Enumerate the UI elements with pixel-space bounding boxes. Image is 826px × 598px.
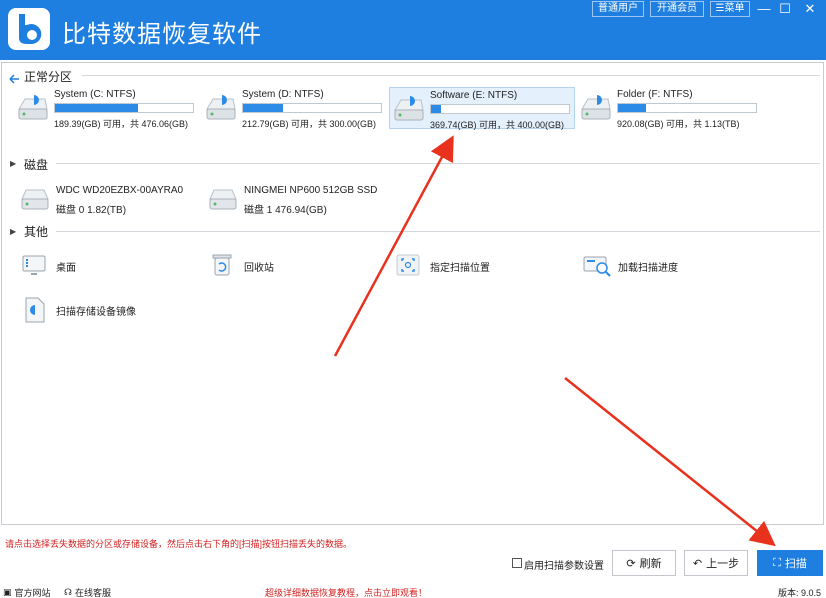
usage-bar bbox=[54, 103, 194, 113]
support-label: 在线客服 bbox=[75, 588, 112, 598]
section-divider bbox=[56, 231, 820, 232]
vip-button[interactable]: 开通会员 bbox=[650, 1, 704, 17]
title-bar: 比特数据恢复软件 普通用户 开通会员 ☰菜单 — ☐ ✕ bbox=[0, 0, 826, 60]
minimize-button[interactable]: — bbox=[753, 0, 775, 18]
partition-info: 369.74(GB) 可用，共 400.00(GB) bbox=[430, 120, 565, 130]
scan-button[interactable]: ⛶ 扫描 bbox=[757, 550, 823, 576]
section-partitions-title: 正常分区 bbox=[24, 70, 73, 84]
section-divider bbox=[82, 75, 820, 76]
menu-button[interactable]: ☰菜单 bbox=[710, 1, 750, 17]
footer: ▣ 官方网站 ☊ 在线客服 超级详细数据恢复教程，点击立即观看！ 版本: 9.0.5 bbox=[0, 584, 826, 598]
menu-label: 菜单 bbox=[724, 3, 745, 14]
drive-icon bbox=[206, 95, 236, 120]
scan-icon: ⛶ bbox=[773, 556, 781, 569]
partition-name: Folder (F: NTFS) bbox=[617, 89, 693, 100]
scan-label: 扫描 bbox=[784, 558, 807, 570]
section-others-title: 其他 bbox=[24, 225, 49, 239]
other-label: 回收站 bbox=[244, 263, 274, 274]
disk-name: NINGMEI NP600 512GB SSD bbox=[244, 185, 378, 196]
partition-card-d[interactable]: System (D: NTFS) 212.79(GB) 可用，共 300.00(… bbox=[202, 87, 388, 129]
website-icon: ▣ bbox=[3, 587, 12, 597]
usage-bar-fill bbox=[55, 104, 138, 112]
app-title: 比特数据恢复软件 bbox=[62, 20, 262, 48]
usage-bar bbox=[242, 103, 382, 113]
normal-user-button[interactable]: 普通用户 bbox=[592, 1, 644, 17]
usage-bar bbox=[617, 103, 757, 113]
refresh-button[interactable]: ⟳ 刷新 bbox=[612, 550, 676, 576]
partition-info: 189.39(GB) 可用，共 476.06(GB) bbox=[54, 119, 189, 129]
scan-params-checkbox[interactable] bbox=[512, 558, 522, 568]
other-item-load-progress[interactable]: 加载扫描进度 bbox=[582, 251, 752, 281]
partition-name: System (D: NTFS) bbox=[242, 89, 324, 100]
website-link[interactable]: ▣ 官方网站 bbox=[3, 586, 51, 598]
partition-info: 212.79(GB) 可用，共 300.00(GB) bbox=[242, 119, 377, 129]
collapse-caret-icon[interactable]: ▶ bbox=[10, 227, 16, 236]
section-disks-title: 磁盘 bbox=[24, 158, 49, 172]
website-label: 官方网站 bbox=[14, 588, 51, 598]
usage-bar-fill bbox=[431, 105, 441, 113]
other-label: 扫描存储设备镜像 bbox=[56, 307, 136, 318]
hard-disk-icon bbox=[21, 189, 49, 210]
desktop-icon bbox=[22, 255, 46, 275]
disk-item-0[interactable]: WDC WD20EZBX-00AYRA0 磁盘 0 1.82(TB) bbox=[20, 183, 200, 219]
other-label: 加载扫描进度 bbox=[618, 263, 678, 274]
refresh-icon: ⟳ bbox=[626, 557, 636, 570]
back-icon: ↶ bbox=[692, 557, 703, 570]
partition-name: Software (E: NTFS) bbox=[430, 90, 518, 101]
recycle-bin-icon bbox=[212, 254, 232, 276]
other-label: 桌面 bbox=[56, 263, 76, 274]
main-panel: 正常分区 System (C: NTFS) 189.39(GB) 可用，共 47… bbox=[1, 62, 824, 525]
scan-location-icon bbox=[396, 254, 420, 276]
back-arrow-icon[interactable] bbox=[8, 74, 20, 84]
partition-card-c[interactable]: System (C: NTFS) 189.39(GB) 可用，共 476.06(… bbox=[14, 87, 200, 129]
scan-params-label: 启用扫描参数设置 bbox=[524, 561, 604, 572]
drive-icon bbox=[18, 95, 48, 120]
disk-info: 磁盘 1 476.94(GB) bbox=[244, 205, 327, 216]
close-button[interactable]: ✕ bbox=[799, 0, 821, 18]
maximize-button[interactable]: ☐ bbox=[774, 0, 796, 18]
support-link[interactable]: ☊ 在线客服 bbox=[64, 586, 111, 598]
other-label: 指定扫描位置 bbox=[430, 263, 490, 274]
hard-disk-icon bbox=[209, 189, 237, 210]
usage-bar-fill bbox=[618, 104, 646, 112]
other-item-recycle-bin[interactable]: 回收站 bbox=[208, 251, 378, 281]
disk-info: 磁盘 0 1.82(TB) bbox=[56, 205, 127, 216]
partition-name: System (C: NTFS) bbox=[54, 89, 136, 100]
back-button[interactable]: ↶ 上一步 bbox=[684, 550, 748, 576]
disk-item-1[interactable]: NINGMEI NP600 512GB SSD 磁盘 1 476.94(GB) bbox=[208, 183, 388, 219]
back-label: 上一步 bbox=[706, 558, 740, 570]
version-label: 版本: 9.0.5 bbox=[777, 588, 821, 598]
disk-name: WDC WD20EZBX-00AYRA0 bbox=[56, 185, 184, 196]
other-item-desktop[interactable]: 桌面 bbox=[20, 251, 190, 281]
collapse-caret-icon[interactable]: ▶ bbox=[10, 159, 16, 168]
load-progress-icon bbox=[583, 256, 611, 277]
other-item-scan-location[interactable]: 指定扫描位置 bbox=[394, 251, 564, 281]
section-divider bbox=[56, 163, 820, 164]
tutorial-promo-link[interactable]: 超级详细数据恢复教程，点击立即观看！ bbox=[265, 586, 427, 598]
drive-icon bbox=[394, 96, 424, 121]
refresh-label: 刷新 bbox=[639, 558, 662, 570]
drive-icon bbox=[581, 95, 611, 120]
headset-icon: ☊ bbox=[64, 587, 72, 597]
partition-card-e[interactable]: Software (E: NTFS) 369.74(GB) 可用，共 400.0… bbox=[389, 87, 575, 130]
usage-bar bbox=[430, 104, 570, 114]
instruction-hint: 请点击选择丢失数据的分区或存储设备，然后点击右下角的[扫描]按钮扫描丢失的数据。 bbox=[5, 539, 353, 549]
partition-card-f[interactable]: Folder (F: NTFS) 920.08(GB) 可用，共 1.13(TB… bbox=[577, 87, 763, 129]
app-logo-icon bbox=[8, 8, 50, 50]
partition-info: 920.08(GB) 可用，共 1.13(TB) bbox=[617, 119, 740, 129]
usage-bar-fill bbox=[243, 104, 284, 112]
disk-image-icon bbox=[25, 297, 45, 323]
other-item-disk-image[interactable]: 扫描存储设备镜像 bbox=[20, 295, 190, 325]
